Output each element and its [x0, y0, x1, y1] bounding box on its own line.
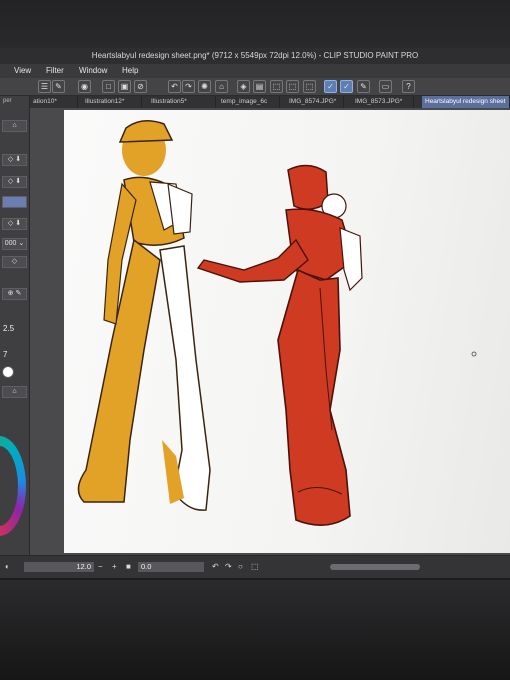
menu-icon[interactable]: ☰: [38, 80, 51, 93]
view-icon[interactable]: ◉: [78, 80, 91, 93]
zoom-field[interactable]: 12.0: [24, 562, 94, 572]
rotation-field[interactable]: 0.0: [138, 562, 204, 572]
red-arm: [196, 238, 309, 283]
view-rotate-icon[interactable]: ▭: [379, 80, 392, 93]
subtool-icon[interactable]: ⌂: [2, 386, 27, 398]
save-icon[interactable]: ▣: [118, 80, 131, 93]
document-tabs: ation10* Illustration12* Illustration5* …: [30, 96, 510, 108]
tab-heartslabyul-redesign-sheet[interactable]: Heartslabyul redesign sheet: [422, 96, 510, 108]
status-bar: ◐ 12.0 − + ■ 0.0 ↶ ↷ ○ ⬚: [0, 555, 510, 578]
brush-size-value: 2.5: [3, 324, 15, 333]
aa-value: 000: [4, 240, 17, 247]
menu-window[interactable]: Window: [79, 64, 107, 78]
settings-icon[interactable]: ⊕ ✎: [2, 288, 27, 300]
navigator-icon[interactable]: ◐: [5, 561, 10, 572]
tab-img-8573[interactable]: IMG_8573.JPG*: [352, 96, 414, 108]
color-swatch[interactable]: [2, 196, 27, 208]
tool-settings-icon[interactable]: ✎: [52, 80, 65, 93]
brush-cursor: [471, 351, 477, 357]
brush-tip-preview[interactable]: [2, 366, 14, 378]
reset-rotation-icon[interactable]: ○: [238, 561, 243, 572]
command-bar: ☰ ✎ ◉ □ ▣ ⊘ ↶ ↷ ✺ ⌂ ◈ ▤ ⬚ ⬚ ⬚ ✓ ✓ ✎ ▭ ?: [0, 78, 510, 96]
character-sketches: [77, 120, 477, 526]
pen-tool-icon[interactable]: ✓: [324, 80, 337, 93]
tab-temp-image[interactable]: temp_image_6c: [218, 96, 280, 108]
menu-view[interactable]: View: [14, 64, 31, 78]
stabilizer-spinner[interactable]: ◇ ⬇: [2, 218, 27, 230]
zoom-in-icon[interactable]: +: [112, 561, 117, 572]
yellow-hat: [118, 120, 174, 143]
redo-icon[interactable]: ↷: [182, 80, 195, 93]
brush-tool-icon[interactable]: ✎: [357, 80, 370, 93]
bucket-icon[interactable]: ◈: [237, 80, 250, 93]
tab-illustration5[interactable]: Illustration5*: [148, 96, 216, 108]
opacity-spinner[interactable]: ◇ ⬇: [2, 176, 27, 188]
drawing-paper[interactable]: [64, 110, 510, 553]
rotate-left-icon[interactable]: ↶: [212, 561, 219, 572]
new-canvas-icon[interactable]: □: [102, 80, 115, 93]
extra-spinner[interactable]: ◇: [2, 256, 27, 268]
undo-icon[interactable]: ↶: [168, 80, 181, 93]
menu-bar: View Filter Window Help: [0, 64, 510, 78]
yellow-character-sketch: [77, 120, 211, 511]
brush-density-value: 7: [3, 350, 8, 359]
flip-icon[interactable]: ⬚: [251, 561, 259, 572]
help-icon[interactable]: ?: [402, 80, 415, 93]
clear-icon[interactable]: ⊘: [134, 80, 147, 93]
horizontal-scrollbar[interactable]: [330, 564, 420, 570]
aa-dropdown[interactable]: 000 ⌄: [2, 238, 27, 250]
red-character-sketch: [196, 164, 363, 526]
pencil-tool-icon[interactable]: ✓: [340, 80, 353, 93]
zoom-out-icon[interactable]: −: [98, 561, 103, 572]
tab-img-8574[interactable]: IMG_8574.JPG*: [286, 96, 344, 108]
tool-option-row[interactable]: ⌂: [2, 120, 27, 132]
rotate-right-icon[interactable]: ↷: [225, 561, 232, 572]
lasso-icon[interactable]: ⬚: [286, 80, 299, 93]
fit-icon[interactable]: ■: [126, 561, 131, 572]
monitor-bezel-top: [0, 0, 510, 50]
window-title: Heartslabyul redesign sheet.png* (9712 x…: [0, 48, 510, 64]
tab-illustration10[interactable]: ation10*: [30, 96, 78, 108]
crop-icon[interactable]: ⬚: [303, 80, 316, 93]
monitor-bezel-bottom: [0, 580, 510, 680]
fill-icon[interactable]: ⌂: [215, 80, 228, 93]
menu-help[interactable]: Help: [122, 64, 138, 78]
busy-icon[interactable]: ✺: [198, 80, 211, 93]
selection-icon[interactable]: ⬚: [270, 80, 283, 93]
size-spinner[interactable]: ◇ ⬇: [2, 154, 27, 166]
tab-illustration12[interactable]: Illustration12*: [82, 96, 142, 108]
transform-icon[interactable]: ▤: [253, 80, 266, 93]
menu-filter[interactable]: Filter: [46, 64, 64, 78]
red-gown: [277, 268, 351, 526]
panel-label: per: [3, 98, 12, 104]
